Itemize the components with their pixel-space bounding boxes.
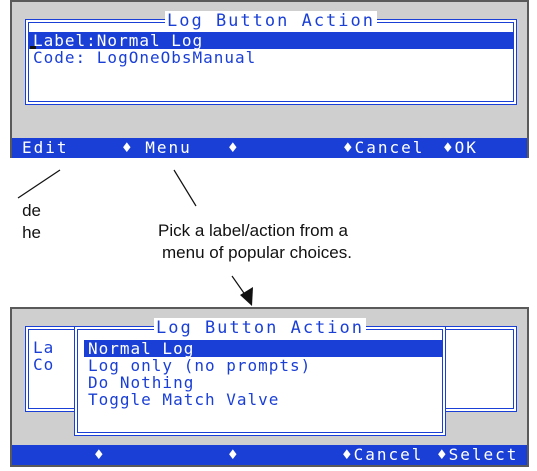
- menu-item-do-nothing[interactable]: Do Nothing: [84, 374, 442, 391]
- edit-callout-line: [17, 169, 61, 199]
- unused-key-2[interactable]: ♦: [228, 445, 240, 465]
- menu-item-log-only[interactable]: Log only (no prompts): [84, 357, 442, 374]
- select-key[interactable]: ♦Select: [437, 445, 518, 465]
- menu-dialog-title: Log Button Action: [154, 318, 366, 338]
- popular-choices-menu: Log Button Action Normal Log Log only (n…: [74, 318, 446, 436]
- unused-key-1[interactable]: ♦: [94, 445, 106, 465]
- menu-callout-line: [173, 169, 197, 207]
- popular-choices-screen: La Co Log Button Action Normal Log Log o…: [10, 307, 529, 467]
- menu-item-normal-log[interactable]: Normal Log: [84, 340, 442, 357]
- menu-item-toggle-match-valve[interactable]: Toggle Match Valve: [84, 391, 442, 408]
- function-key-bar-2: ♦ ♦ ♦Cancel ♦Select: [12, 445, 527, 465]
- cancel-key-2[interactable]: ♦Cancel: [342, 445, 423, 465]
